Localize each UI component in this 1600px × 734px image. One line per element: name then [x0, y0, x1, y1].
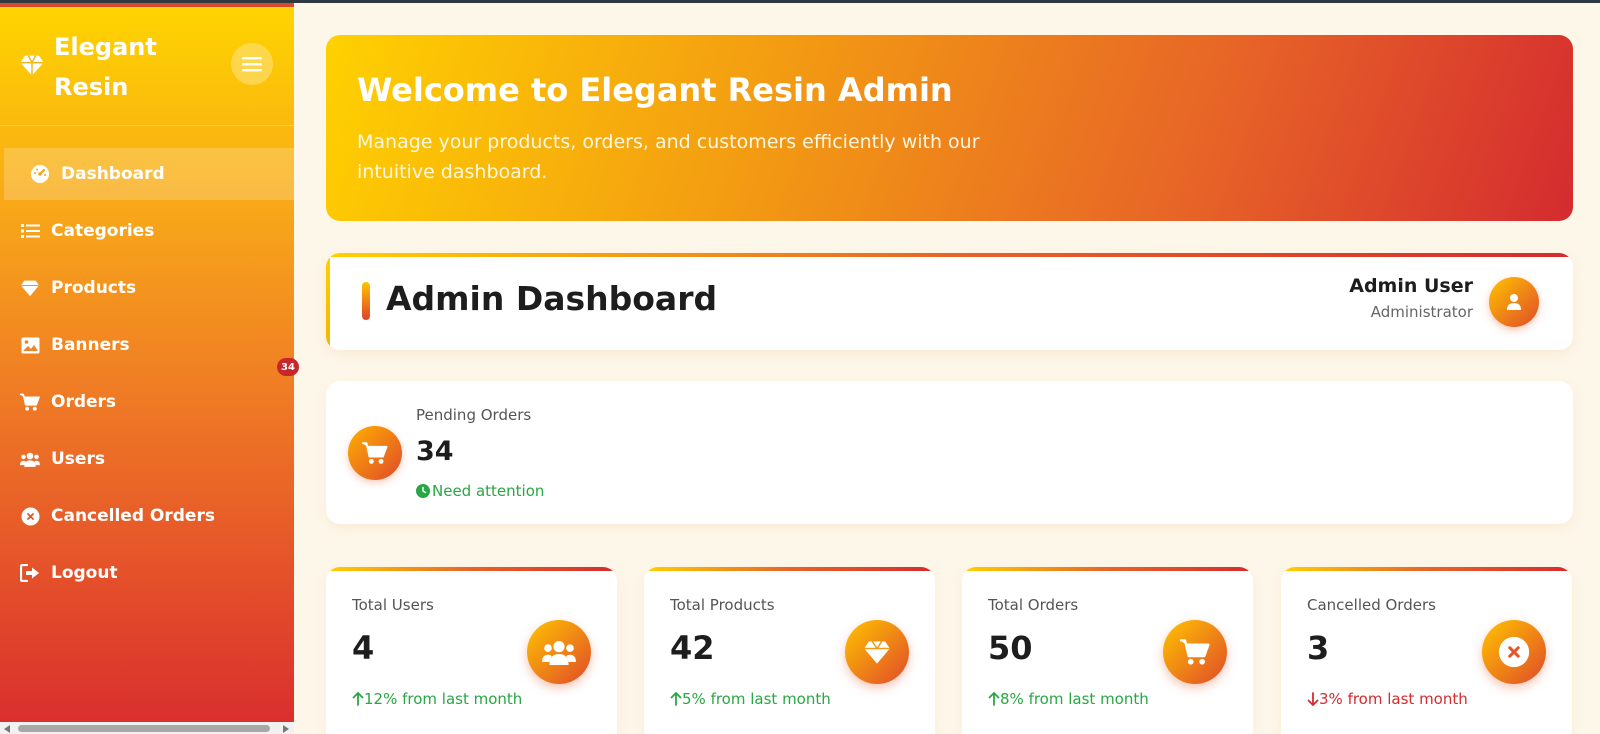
stat-trend-text: 5% from last month	[682, 690, 831, 708]
sidebar-divider	[0, 125, 294, 126]
stat-trend-text: 3% from last month	[1319, 690, 1468, 708]
arrow-up-icon	[988, 692, 1000, 706]
sidebar: Elegant Resin Dashboard Categories Produ…	[0, 3, 299, 722]
welcome-title: Welcome to Elegant Resin Admin	[357, 71, 953, 109]
sidebar-item-label: Cancelled Orders	[51, 506, 215, 526]
sidebar-item-label: Logout	[51, 563, 118, 583]
stat-card-accent	[962, 567, 1253, 571]
stat-value: 4	[352, 629, 375, 667]
horizontal-scrollbar[interactable]	[0, 722, 294, 734]
cart-icon	[362, 441, 388, 464]
orders-badge: 34	[277, 358, 299, 376]
diamond-icon	[864, 641, 890, 664]
stat-trend: 3% from last month	[1307, 690, 1468, 708]
stat-card-accent	[644, 567, 935, 571]
stat-trend: 5% from last month	[670, 690, 831, 708]
pending-orders-note-text: Need attention	[432, 482, 545, 500]
scrollbar-thumb[interactable]	[18, 725, 270, 732]
x-circle-icon	[1498, 636, 1530, 668]
stat-card-total-users[interactable]: Total Users 4 12% from last month	[326, 567, 617, 734]
stat-card-cancelled-orders[interactable]: Cancelled Orders 3 3% from last month	[1281, 567, 1572, 734]
stat-label: Total Users	[352, 596, 434, 614]
pending-orders-icon-badge	[348, 426, 402, 480]
arrow-up-icon	[670, 692, 682, 706]
sidebar-item-dashboard[interactable]: Dashboard	[4, 148, 294, 200]
title-accent-bar	[362, 282, 370, 320]
user-icon	[1507, 294, 1521, 310]
header-top-accent	[326, 253, 1573, 257]
sidebar-item-cancelled-orders[interactable]: Cancelled Orders	[0, 490, 294, 542]
stat-icon-badge	[527, 620, 591, 684]
header-left-accent	[326, 253, 330, 350]
gauge-icon	[30, 164, 50, 184]
welcome-banner: Welcome to Elegant Resin Admin Manage yo…	[326, 35, 1573, 221]
user-info: Admin User Administrator	[1349, 275, 1473, 321]
stat-value: 50	[988, 629, 1033, 667]
pending-orders-note: Need attention	[416, 482, 544, 500]
x-circle-icon	[20, 506, 40, 526]
sidebar-item-users[interactable]: Users	[0, 433, 294, 485]
stat-label: Total Products	[670, 596, 775, 614]
clock-icon	[416, 484, 430, 498]
stat-value: 42	[670, 629, 715, 667]
stat-card-total-orders[interactable]: Total Orders 50 8% from last month	[962, 567, 1253, 734]
stat-label: Total Orders	[988, 596, 1079, 614]
brand-name: Elegant Resin	[54, 33, 157, 101]
user-name: Admin User	[1349, 275, 1473, 297]
sidebar-item-label: Categories	[51, 221, 155, 241]
stat-trend: 12% from last month	[352, 690, 522, 708]
sidebar-item-label: Banners	[51, 335, 130, 355]
users-icon	[542, 640, 576, 665]
stat-icon-badge	[1163, 620, 1227, 684]
stat-trend-text: 12% from last month	[364, 690, 523, 708]
sidebar-item-label: Dashboard	[61, 164, 165, 184]
sidebar-item-label: Products	[51, 278, 137, 298]
stat-trend: 8% from last month	[988, 690, 1149, 708]
hamburger-icon	[242, 57, 262, 72]
pending-orders-label: Pending Orders	[416, 406, 532, 424]
arrow-down-icon	[1307, 692, 1319, 706]
avatar[interactable]	[1489, 277, 1539, 327]
users-icon	[20, 449, 40, 469]
menu-toggle-button[interactable]	[231, 43, 273, 85]
list-icon	[20, 221, 40, 241]
image-icon	[20, 335, 40, 355]
sidebar-item-banners[interactable]: Banners	[0, 319, 294, 371]
sidebar-item-label: Users	[51, 449, 105, 469]
user-role: Administrator	[1370, 303, 1473, 321]
stat-icon-badge	[845, 620, 909, 684]
scroll-left-arrow-icon[interactable]	[4, 725, 10, 733]
sidebar-top-accent	[0, 3, 294, 7]
scroll-right-arrow-icon[interactable]	[283, 725, 289, 733]
sidebar-item-products[interactable]: Products	[0, 262, 294, 314]
stat-card-accent	[1281, 567, 1572, 571]
stat-card-accent	[326, 567, 617, 571]
sidebar-item-orders[interactable]: 34 Orders	[0, 358, 299, 428]
sidebar-item-logout[interactable]: Logout	[0, 547, 294, 599]
stat-icon-badge	[1482, 620, 1546, 684]
cart-icon	[20, 392, 40, 412]
sidebar-item-label: Orders	[51, 392, 117, 412]
welcome-subtitle: Manage your products, orders, and custom…	[357, 131, 980, 183]
diamond-icon	[20, 278, 40, 298]
dashboard-header: Admin Dashboard Admin User Administrator	[326, 253, 1573, 350]
stat-trend-text: 8% from last month	[1000, 690, 1149, 708]
arrow-up-icon	[352, 692, 364, 706]
sidebar-item-categories[interactable]: Categories	[0, 205, 294, 257]
page-title: Admin Dashboard	[386, 279, 718, 318]
brand[interactable]: Elegant Resin	[18, 27, 184, 107]
stat-value: 3	[1307, 629, 1330, 667]
pending-orders-card[interactable]: Pending Orders 34 Need attention	[326, 381, 1573, 524]
cart-icon	[1180, 638, 1210, 665]
logout-icon	[20, 563, 40, 583]
stat-label: Cancelled Orders	[1307, 596, 1436, 614]
diamond-icon	[20, 55, 44, 76]
sidebar-nav: Dashboard Categories Products Banners 34	[0, 148, 299, 604]
pending-orders-value: 34	[416, 436, 454, 467]
stat-card-total-products[interactable]: Total Products 42 5% from last month	[644, 567, 935, 734]
